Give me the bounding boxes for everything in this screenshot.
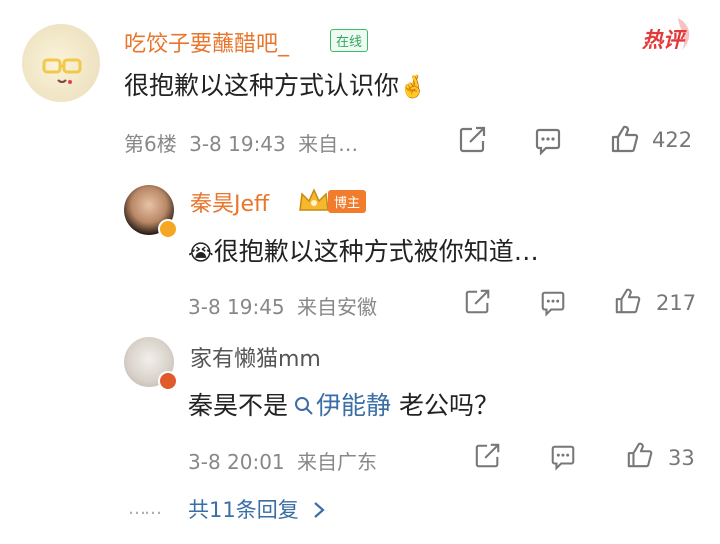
comment-meta: 第6楼 3-8 19:43 来自… xyxy=(124,128,358,157)
comment-body: 很抱歉以这种方式认识你 xyxy=(124,71,400,100)
commenter-username[interactable]: 吃饺子要蘸醋吧_ xyxy=(124,26,289,58)
crying-emoji: 😭 xyxy=(188,241,214,266)
reply-body-before: 秦昊不是 xyxy=(188,391,289,420)
online-badge: 在线 xyxy=(330,29,369,52)
comment-time: 3-8 19:43 xyxy=(189,132,286,156)
comment-icon[interactable] xyxy=(533,126,563,156)
share-icon[interactable] xyxy=(458,125,488,155)
search-icon xyxy=(295,397,313,415)
chevron-right-icon xyxy=(314,502,326,518)
reply-meta: 3-8 20:01 来自广东 xyxy=(188,446,377,475)
member-badge-icon xyxy=(158,371,178,391)
like-icon[interactable] xyxy=(610,124,640,154)
hot-comment-badge: 热评 xyxy=(638,14,696,54)
reply-text: 😭很抱歉以这种方式被你知道… xyxy=(188,232,539,268)
comment-text: 很抱歉以这种方式认识你🤞 xyxy=(124,66,426,102)
like-count: 422 xyxy=(652,128,693,152)
more-replies-link[interactable]: 共11条回复 xyxy=(188,494,327,524)
reply-source: 来自安徽 xyxy=(297,295,378,319)
blogger-badge: 博主 xyxy=(328,190,367,213)
replier-username[interactable]: 家有懒猫mm xyxy=(190,341,321,373)
reply-body-after: 老公吗？ xyxy=(391,391,499,420)
share-icon[interactable] xyxy=(464,288,492,316)
reply-meta: 3-8 19:45 来自安徽 xyxy=(188,291,377,320)
crown-icon xyxy=(297,186,331,218)
like-count: 217 xyxy=(656,291,697,315)
verified-badge-icon xyxy=(158,219,178,239)
fingers-crossed-emoji: 🤞 xyxy=(399,75,427,100)
floor-label: 第6楼 xyxy=(124,132,177,156)
comment-source: 来自… xyxy=(298,132,359,156)
like-count: 33 xyxy=(668,446,695,470)
reply-body: 很抱歉以这种方式被你知道… xyxy=(213,237,539,266)
blogger-username[interactable]: 秦昊Jeff xyxy=(190,186,269,218)
share-icon[interactable] xyxy=(474,442,502,470)
more-replies-dots: …… xyxy=(128,498,162,519)
reply-text: 秦昊不是 伊能静 老公吗？ xyxy=(188,386,499,422)
like-icon[interactable] xyxy=(626,441,654,469)
reply-time: 3-8 20:01 xyxy=(188,450,285,474)
commenter-avatar[interactable] xyxy=(22,24,100,102)
more-replies-label[interactable]: 共11条回复 xyxy=(188,498,299,522)
topic-link-text[interactable]: 伊能静 xyxy=(316,391,391,420)
comment-icon[interactable] xyxy=(549,443,577,471)
reply-time: 3-8 19:45 xyxy=(188,295,285,319)
hot-comment-label: 热评 xyxy=(642,28,684,52)
comment-icon[interactable] xyxy=(539,289,567,317)
like-icon[interactable] xyxy=(614,287,642,315)
reply-source: 来自广东 xyxy=(297,450,378,474)
topic-link[interactable]: 伊能静 xyxy=(288,391,391,420)
